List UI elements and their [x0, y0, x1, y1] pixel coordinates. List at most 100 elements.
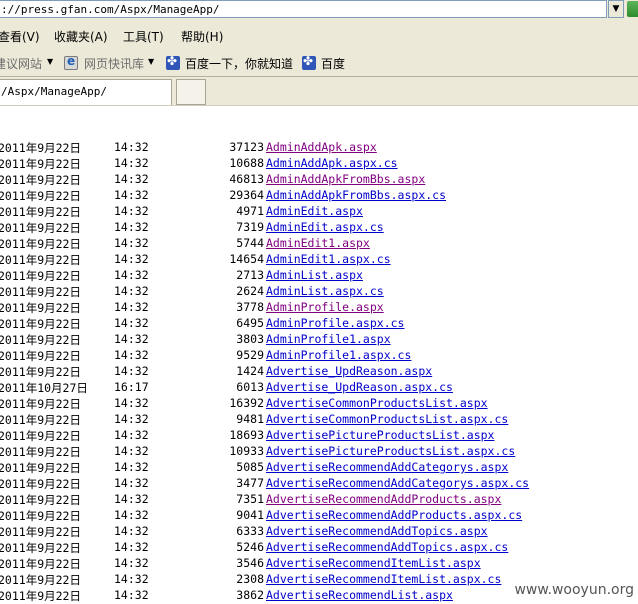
file-link[interactable]: AdminEdit1.aspx.cs — [266, 252, 391, 266]
table-row: 2011年9月22日 14:32 37123 AdminAddApk.aspx — [0, 140, 638, 156]
go-button[interactable] — [627, 1, 638, 17]
baidu-paw-icon — [166, 54, 180, 70]
file-size: 10933 — [229, 444, 264, 458]
file-time: 14:32 — [114, 524, 149, 538]
file-link[interactable]: AdminAddApk.aspx — [266, 140, 377, 154]
file-time: 16:17 — [114, 380, 149, 394]
tab-current[interactable]: /Aspx/ManageApp/ — [0, 79, 172, 105]
file-time: 14:32 — [114, 332, 149, 346]
table-row: 2011年9月22日 14:32 6333 AdvertiseRecommendAdd… — [0, 524, 638, 540]
file-link[interactable]: AdvertiseCommonProductsList.aspx.cs — [266, 412, 508, 426]
file-date: 2011年9月22日 — [0, 365, 81, 379]
file-link[interactable]: AdminEdit.aspx.cs — [266, 220, 384, 234]
file-link[interactable]: AdvertiseRecommendAddTopics.aspx — [266, 524, 488, 538]
menu-help[interactable]: 帮助(H) — [181, 28, 223, 45]
file-time: 14:32 — [114, 300, 149, 314]
file-size: 6495 — [236, 316, 264, 330]
table-row: 2011年9月22日 14:32 5744 AdminEdit1.aspx — [0, 236, 638, 252]
file-link[interactable]: AdvertiseRecommendAddTopics.aspx.cs — [266, 540, 508, 554]
file-link[interactable]: Advertise_UpdReason.aspx — [266, 364, 432, 378]
file-size: 4971 — [236, 204, 264, 218]
file-size: 2713 — [236, 268, 264, 282]
table-row: 2011年9月22日 14:32 29364 AdminAddApkFromBbs.a… — [0, 188, 638, 204]
file-link[interactable]: AdvertiseRecommendItemList.aspx — [266, 556, 481, 570]
tab-bar: /Aspx/ManageApp/ — [0, 77, 638, 106]
file-link[interactable]: AdvertiseRecommendItemList.aspx.cs — [266, 572, 501, 586]
new-tab-button[interactable] — [176, 79, 206, 105]
menu-favorites[interactable]: 收藏夹(A) — [54, 28, 108, 45]
file-size: 9529 — [236, 348, 264, 362]
link-baidu-search[interactable]: 百度一下，你就知道 — [185, 55, 293, 72]
dropdown-arrow-icon[interactable]: ▼ — [148, 57, 154, 66]
file-link[interactable]: AdminList.aspx — [266, 268, 363, 282]
file-date: 2011年9月22日 — [0, 525, 81, 539]
file-link[interactable]: AdvertiseRecommendList.aspx — [266, 588, 453, 602]
file-time: 14:32 — [114, 556, 149, 570]
menu-view[interactable]: 查看(V) — [0, 28, 40, 45]
table-row: 2011年9月22日 14:32 9529 AdminProfile1.aspx.cs — [0, 348, 638, 364]
file-size: 1424 — [236, 364, 264, 378]
file-time: 14:32 — [114, 540, 149, 554]
file-size: 3477 — [236, 476, 264, 490]
file-size: 18693 — [229, 428, 264, 442]
file-size: 16392 — [229, 396, 264, 410]
file-date: 2011年9月22日 — [0, 205, 81, 219]
file-link[interactable]: AdvertiseRecommendAddProducts.aspx.cs — [266, 508, 522, 522]
file-link[interactable]: AdvertisePictureProductsList.aspx — [266, 428, 494, 442]
table-row: 2011年9月22日 14:32 4971 AdminEdit.aspx — [0, 204, 638, 220]
file-date: 2011年9月22日 — [0, 221, 81, 235]
table-row: 2011年9月22日 14:32 2624 AdminList.aspx.cs — [0, 284, 638, 300]
file-size: 29364 — [229, 188, 264, 202]
dropdown-arrow-icon[interactable]: ▼ — [47, 57, 53, 66]
file-date: 2011年10月27日 — [0, 381, 88, 395]
file-link[interactable]: AdminAddApkFromBbs.aspx.cs — [266, 188, 446, 202]
table-row: 2011年9月22日 14:32 10688 AdminAddApk.aspx.cs — [0, 156, 638, 172]
file-date: 2011年9月22日 — [0, 573, 81, 587]
file-date: 2011年9月22日 — [0, 541, 81, 555]
file-link[interactable]: AdvertiseRecommendAddProducts.aspx — [266, 492, 501, 506]
file-time: 14:32 — [114, 156, 149, 170]
table-row: 2011年9月22日 14:32 3546 AdvertiseRecommendIte… — [0, 556, 638, 572]
file-link[interactable]: AdvertiseRecommendAddCategorys.aspx.cs — [266, 476, 529, 490]
file-date: 2011年9月22日 — [0, 285, 81, 299]
file-date: 2011年9月22日 — [0, 413, 81, 427]
file-link[interactable]: AdminProfile.aspx — [266, 300, 384, 314]
table-row: 2011年9月22日 14:32 7351 AdvertiseRecommendAdd… — [0, 492, 638, 508]
file-link[interactable]: Advertise_UpdReason.aspx.cs — [266, 380, 453, 394]
file-link[interactable]: AdminEdit.aspx — [266, 204, 363, 218]
table-row: 2011年9月22日 14:32 2713 AdminList.aspx — [0, 268, 638, 284]
address-dropdown-button[interactable]: ▼ — [608, 0, 624, 18]
file-date: 2011年9月22日 — [0, 253, 81, 267]
file-link[interactable]: AdminAddApkFromBbs.aspx — [266, 172, 425, 186]
file-time: 14:32 — [114, 572, 149, 586]
link-web-slice-gallery[interactable]: 网页快讯库 — [84, 55, 144, 72]
file-time: 14:32 — [114, 204, 149, 218]
file-link[interactable]: AdminAddApk.aspx.cs — [266, 156, 398, 170]
file-size: 46813 — [229, 172, 264, 186]
file-link[interactable]: AdminList.aspx.cs — [266, 284, 384, 298]
table-row: 2011年9月22日 14:32 3477 AdvertiseRecommendAdd… — [0, 476, 638, 492]
address-input[interactable]: ://press.gfan.com/Aspx/ManageApp/ — [0, 0, 607, 18]
table-row: 2011年10月27日 16:17 6013 Advertise_UpdReason.… — [0, 380, 638, 396]
ie-icon — [64, 54, 78, 70]
file-link[interactable]: AdminProfile.aspx.cs — [266, 316, 404, 330]
file-time: 14:32 — [114, 268, 149, 282]
file-size: 5246 — [236, 540, 264, 554]
file-size: 6013 — [236, 380, 264, 394]
file-time: 14:32 — [114, 140, 149, 154]
file-link[interactable]: AdminEdit1.aspx — [266, 236, 370, 250]
link-baidu[interactable]: 百度 — [321, 55, 345, 72]
table-row: 2011年9月22日 14:32 6495 AdminProfile.aspx.cs — [0, 316, 638, 332]
table-row: 2011年9月22日 14:32 3803 AdminProfile1.aspx — [0, 332, 638, 348]
file-time: 14:32 — [114, 236, 149, 250]
file-link[interactable]: AdvertisePictureProductsList.aspx.cs — [266, 444, 515, 458]
file-size: 3546 — [236, 556, 264, 570]
file-date: 2011年9月22日 — [0, 429, 81, 443]
file-link[interactable]: AdminProfile1.aspx — [266, 332, 391, 346]
menu-tools[interactable]: 工具(T) — [123, 28, 164, 45]
file-link[interactable]: AdminProfile1.aspx.cs — [266, 348, 411, 362]
file-link[interactable]: AdvertiseRecommendAddCategorys.aspx — [266, 460, 508, 474]
file-size: 9041 — [236, 508, 264, 522]
file-link[interactable]: AdvertiseCommonProductsList.aspx — [266, 396, 488, 410]
link-suggested-sites[interactable]: 建议网站 — [0, 55, 42, 72]
